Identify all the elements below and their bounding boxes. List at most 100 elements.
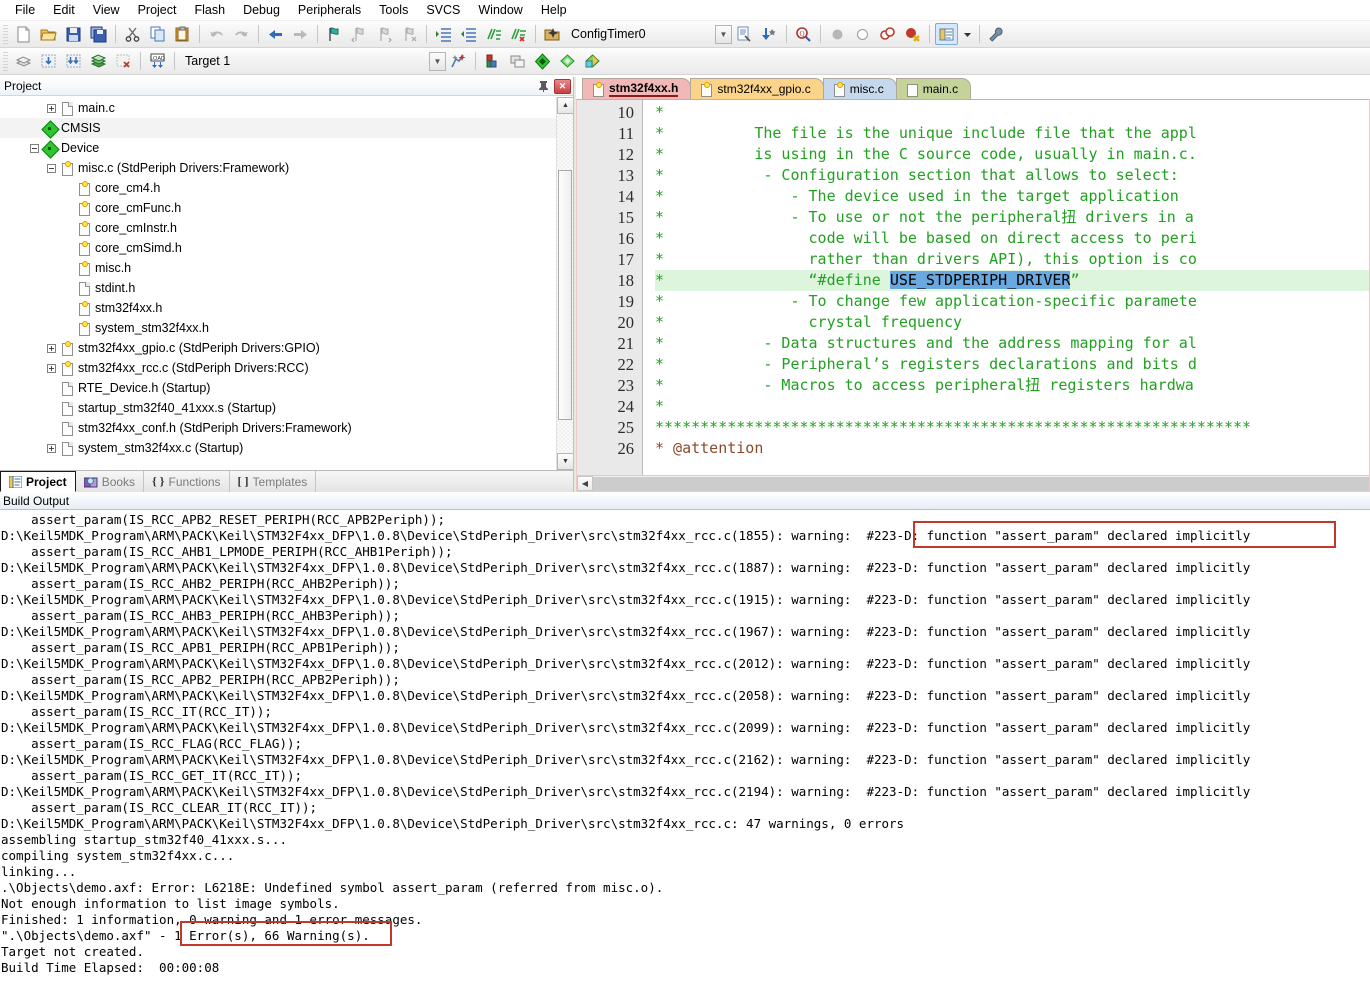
code-text[interactable]: * * The file is the unique include file t… xyxy=(643,100,1369,475)
build-output-line[interactable]: assert_param(IS_RCC_GET_IT(RCC_IT)); xyxy=(1,768,1370,784)
find-in-files-icon[interactable]: Q xyxy=(792,23,815,45)
code-line[interactable]: * rather than drivers API), this option … xyxy=(655,249,1369,270)
code-line[interactable]: * - To change few application-specific p… xyxy=(655,291,1369,312)
tree-item[interactable]: misc.c (StdPeriph Drivers:Framework) xyxy=(0,158,556,178)
pin-icon[interactable] xyxy=(535,79,552,94)
expand-icon[interactable] xyxy=(47,103,56,113)
translate-icon[interactable] xyxy=(12,50,35,72)
code-line[interactable]: * - To use or not the peripheral扭 driver… xyxy=(655,207,1369,228)
manage-run-time-env-icon[interactable] xyxy=(506,50,529,72)
configure-icon[interactable] xyxy=(985,23,1008,45)
menu-item-debug[interactable]: Debug xyxy=(234,1,289,19)
cut-icon[interactable] xyxy=(121,23,144,45)
build-output-line[interactable]: ".\Objects\demo.axf" - 1 Error(s), 66 Wa… xyxy=(1,928,1370,944)
build-output-line[interactable]: assert_param(IS_RCC_APB2_RESET_PERIPH(RC… xyxy=(1,512,1370,528)
tab-project[interactable]: Project xyxy=(0,471,76,492)
build-output-line[interactable]: Target not created. xyxy=(1,944,1370,960)
breakpoint-disable-icon[interactable] xyxy=(851,23,874,45)
tree-item[interactable]: Device xyxy=(0,138,556,158)
code-line[interactable]: * @attention xyxy=(655,438,1369,459)
breakpoint-icon[interactable] xyxy=(826,23,849,45)
tab-books[interactable]: Books xyxy=(76,471,145,492)
tree-item[interactable]: startup_stm32f40_41xxx.s (Startup) xyxy=(0,398,556,418)
config-dropdown-arrow[interactable]: ▼ xyxy=(715,24,732,44)
build-output-line[interactable]: Not enough information to list image sym… xyxy=(1,896,1370,912)
pack-installer-icon[interactable] xyxy=(581,50,604,72)
breakpoint-disable-all-icon[interactable] xyxy=(901,23,924,45)
paste-icon[interactable] xyxy=(171,23,194,45)
build-icon[interactable] xyxy=(37,50,60,72)
build-output-line[interactable]: D:\Keil5MDK_Program\ARM\PACK\Keil\STM32F… xyxy=(1,816,1370,832)
editor-tab-misc-c[interactable]: misc.c xyxy=(822,78,897,99)
project-tree[interactable]: main.c CMSIS Device misc.c (StdPeriph Drive… xyxy=(0,97,556,470)
build-output-line[interactable]: D:\Keil5MDK_Program\ARM\PACK\Keil\STM32F… xyxy=(1,720,1370,736)
build-output-line[interactable]: D:\Keil5MDK_Program\ARM\PACK\Keil\STM32F… xyxy=(1,560,1370,576)
build-output-line[interactable]: assert_param(IS_RCC_AHB2_PERIPH(RCC_AHB2… xyxy=(1,576,1370,592)
tab-functions[interactable]: { } Functions xyxy=(144,471,230,492)
code-line[interactable]: * code will be based on direct access to… xyxy=(655,228,1369,249)
copy-icon[interactable] xyxy=(146,23,169,45)
save-all-icon[interactable] xyxy=(87,23,110,45)
tree-item[interactable]: main.c xyxy=(0,98,556,118)
tree-item[interactable]: system_stm32f4xx.h xyxy=(0,318,556,338)
tab-templates[interactable]: [ ] Templates xyxy=(230,471,317,492)
code-line[interactable]: ****************************************… xyxy=(655,417,1369,438)
chevron-down-icon[interactable] xyxy=(960,23,974,45)
tree-item[interactable]: stm32f4xx_conf.h (StdPeriph Drivers:Fram… xyxy=(0,418,556,438)
code-line[interactable]: * - Macros to access peripheral扭 registe… xyxy=(655,375,1369,396)
bookmark-toggle-icon[interactable] xyxy=(323,23,346,45)
build-output-line[interactable]: assert_param(IS_RCC_IT(RCC_IT)); xyxy=(1,704,1370,720)
target-options-icon[interactable] xyxy=(447,50,470,72)
build-output-line[interactable]: assert_param(IS_RCC_AHB3_PERIPH(RCC_AHB3… xyxy=(1,608,1370,624)
indent-increase-icon[interactable] xyxy=(432,23,455,45)
build-output-line[interactable]: assert_param(IS_RCC_FLAG(RCC_FLAG)); xyxy=(1,736,1370,752)
build-output-line[interactable]: Finished: 1 information, 0 warning and 1… xyxy=(1,912,1370,928)
manage-project-items-icon[interactable] xyxy=(481,50,504,72)
tree-item[interactable]: core_cmSimd.h xyxy=(0,238,556,258)
code-line[interactable]: * “#define USE_STDPERIPH_DRIVER” xyxy=(655,270,1369,291)
menu-item-edit[interactable]: Edit xyxy=(44,1,84,19)
scroll-track-horizontal[interactable] xyxy=(593,476,1369,491)
build-output-line[interactable]: assert_param(IS_RCC_APB2_PERIPH(RCC_APB2… xyxy=(1,672,1370,688)
toolbar-grip[interactable] xyxy=(3,24,8,44)
tree-item[interactable]: misc.h xyxy=(0,258,556,278)
code-line[interactable]: * xyxy=(655,102,1369,123)
undo-icon[interactable] xyxy=(205,23,228,45)
expand-icon[interactable] xyxy=(47,363,56,373)
menu-item-view[interactable]: View xyxy=(84,1,129,19)
tree-item[interactable]: stm32f4xx_rcc.c (StdPeriph Drivers:RCC) xyxy=(0,358,556,378)
project-tree-scrollbar[interactable]: ▲ ▼ xyxy=(556,97,573,470)
navigate-forward-icon[interactable] xyxy=(289,23,312,45)
build-output-line[interactable]: linking... xyxy=(1,864,1370,880)
code-line[interactable]: * xyxy=(655,396,1369,417)
tree-item[interactable]: stdint.h xyxy=(0,278,556,298)
uncomment-icon[interactable] xyxy=(507,23,530,45)
save-icon[interactable] xyxy=(62,23,85,45)
menu-item-project[interactable]: Project xyxy=(129,1,186,19)
toolbar-grip[interactable] xyxy=(3,51,8,71)
scroll-down-arrow[interactable]: ▼ xyxy=(557,453,573,470)
code-line[interactable]: * The file is the unique include file th… xyxy=(655,123,1369,144)
select-software-packs-icon[interactable] xyxy=(531,50,554,72)
expand-icon[interactable] xyxy=(47,343,56,353)
build-output-line[interactable]: Build Time Elapsed: 00:00:08 xyxy=(1,960,1370,976)
scroll-thumb[interactable] xyxy=(558,170,572,420)
breakpoint-kill-all-icon[interactable] xyxy=(876,23,899,45)
build-output-line[interactable]: D:\Keil5MDK_Program\ARM\PACK\Keil\STM32F… xyxy=(1,528,1370,544)
rebuild-icon[interactable] xyxy=(62,50,85,72)
bookmark-clear-icon[interactable] xyxy=(398,23,421,45)
bookmark-prev-icon[interactable] xyxy=(348,23,371,45)
bookmark-next-icon[interactable] xyxy=(373,23,396,45)
editor-tab-stm32f4xx-gpio-c[interactable]: stm32f4xx_gpio.c xyxy=(690,78,824,99)
download-icon[interactable]: LOAD xyxy=(146,50,169,72)
target-dropdown-arrow[interactable]: ▼ xyxy=(429,51,446,71)
navigate-back-icon[interactable] xyxy=(264,23,287,45)
editor-horizontal-scrollbar[interactable]: ◀ xyxy=(577,475,1369,491)
new-file-icon[interactable] xyxy=(12,23,35,45)
build-output-line[interactable]: D:\Keil5MDK_Program\ARM\PACK\Keil\STM32F… xyxy=(1,784,1370,800)
code-editor[interactable]: 10 11 12 13 14 15 16 17 18 19 20 21 22 23 24 25 26 * * Th… xyxy=(576,99,1370,492)
file-properties-icon[interactable] xyxy=(733,23,756,45)
code-line[interactable]: * is using in the C source code, usually… xyxy=(655,144,1369,165)
scroll-left-arrow[interactable]: ◀ xyxy=(577,476,593,491)
tree-item[interactable]: core_cm4.h xyxy=(0,178,556,198)
